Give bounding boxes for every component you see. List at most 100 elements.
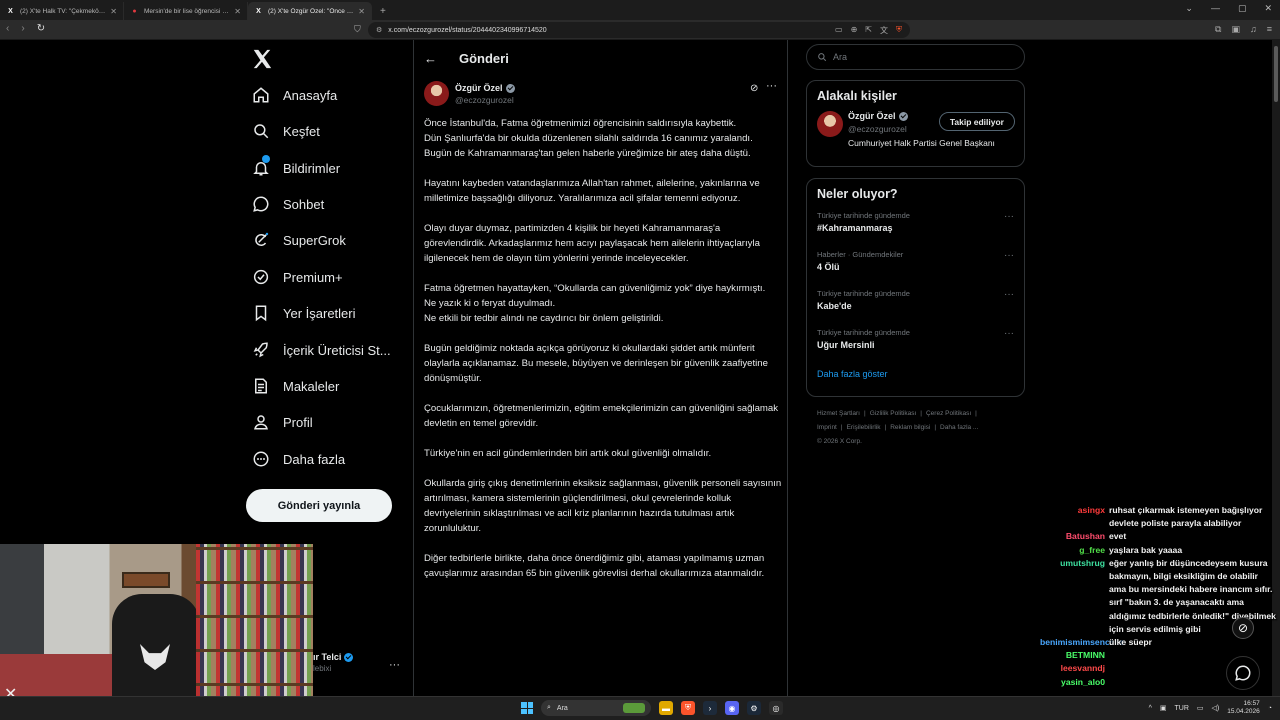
- taskbar-search[interactable]: ⌕ Ara: [541, 700, 651, 716]
- zoom-icon[interactable]: ⊕: [851, 25, 858, 36]
- nav-bookmarks[interactable]: Yer İşaretleri: [252, 303, 356, 323]
- brave-shield-icon[interactable]: ⛨: [896, 25, 902, 36]
- translate-icon[interactable]: 文: [880, 25, 888, 36]
- close-tab-icon[interactable]: ✕: [234, 7, 241, 16]
- volume-icon[interactable]: ◁): [1212, 704, 1220, 712]
- trend-more-icon[interactable]: ···: [1004, 328, 1014, 339]
- tweet-paragraph: Çocuklarımızın, öğretmenlerimizin, eğiti…: [424, 401, 782, 431]
- footer-link[interactable]: Reklam bilgisi: [890, 424, 930, 431]
- footer-link[interactable]: Gizlilik Politikası: [870, 410, 917, 417]
- network-icon[interactable]: ▭: [1197, 704, 1204, 712]
- trend-item[interactable]: Haberler · Gündemdekiler 4 Ölü ···: [807, 248, 1024, 287]
- chat-username[interactable]: leesvanndj: [1040, 662, 1105, 675]
- nav-label: Sohbet: [283, 196, 325, 212]
- discord-icon[interactable]: ◉: [725, 701, 739, 715]
- minimize-icon[interactable]: —: [1211, 3, 1220, 14]
- grok-explain-icon[interactable]: ⊘: [750, 83, 758, 94]
- site-info-icon[interactable]: ⚙: [376, 26, 382, 34]
- messages-fab[interactable]: [1226, 656, 1260, 690]
- grok-fab-icon[interactable]: ⊘: [1232, 617, 1254, 639]
- chat-message: Batushan evet: [1040, 530, 1280, 543]
- chevron-down-icon[interactable]: ⌄: [1185, 3, 1193, 14]
- nav-chat[interactable]: Sohbet: [252, 194, 324, 214]
- notification-bell-icon[interactable]: ◔: [1268, 705, 1272, 712]
- tweet-paragraph: Türkiye'nin en acil gündemlerinden biri …: [424, 446, 782, 461]
- nav-supergrok[interactable]: SuperGrok: [252, 230, 346, 250]
- close-window-icon[interactable]: ✕: [1264, 3, 1272, 14]
- bookmark-page-icon[interactable]: ⛉: [354, 24, 361, 35]
- related-person[interactable]: Özgür Özel @eczozgurozel Cumhuriyet Halk…: [807, 111, 1024, 157]
- browser-tab-3[interactable]: X (2) X'te Özgür Özel: "Önce İstanbul'da…: [248, 2, 372, 20]
- reload-icon[interactable]: ↻: [37, 23, 45, 34]
- browser-tab-2[interactable]: ● Mersin'de bir lise öğrencisi sılahla y…: [124, 2, 248, 20]
- trend-item[interactable]: Türkiye tarihinde gündemde #Kahramanmara…: [807, 209, 1024, 248]
- new-tab-button[interactable]: +: [372, 2, 394, 20]
- trend-item[interactable]: Türkiye tarihinde gündemde Kabe'de ···: [807, 287, 1024, 326]
- nav-label: Premium+: [283, 269, 343, 285]
- nav-articles[interactable]: Makaleler: [252, 376, 339, 396]
- trend-more-icon[interactable]: ···: [1004, 211, 1014, 222]
- footer-link[interactable]: Imprint: [817, 424, 837, 431]
- nav-home[interactable]: Anasayfa: [252, 85, 337, 105]
- show-more-link[interactable]: Daha fazla göster: [807, 365, 1024, 391]
- nav-premium[interactable]: Premium+: [252, 267, 343, 287]
- nav-label: Daha fazla: [283, 451, 346, 467]
- author-handle: @eczozgurozel: [455, 95, 514, 105]
- obs-icon[interactable]: ◎: [769, 701, 783, 715]
- footer-link[interactable]: Çerez Politikası: [926, 410, 971, 417]
- forward-icon[interactable]: ›: [21, 23, 24, 34]
- cast-icon[interactable]: ▭: [835, 25, 843, 36]
- scrollbar-thumb[interactable]: [1274, 46, 1278, 102]
- x-logo-icon[interactable]: [251, 48, 273, 70]
- chat-username[interactable]: umutshrug: [1040, 557, 1105, 636]
- trend-more-icon[interactable]: ···: [1004, 289, 1014, 300]
- maximize-icon[interactable]: ▢: [1238, 3, 1247, 14]
- nav-explore[interactable]: Keşfet: [252, 121, 320, 141]
- tray-app-icon[interactable]: ▣: [1160, 704, 1167, 712]
- nav-notifications[interactable]: Bildirimler: [252, 155, 340, 178]
- trend-more-icon[interactable]: ···: [1004, 250, 1014, 261]
- author-avatar[interactable]: [424, 81, 449, 106]
- taskbar-clock[interactable]: 16:57 15.04.2026: [1227, 700, 1260, 716]
- chat-username[interactable]: asingx: [1040, 504, 1105, 530]
- chat-username[interactable]: yasin_alo0: [1040, 676, 1105, 689]
- chat-username[interactable]: BETMINN: [1040, 649, 1105, 662]
- close-tab-icon[interactable]: ✕: [110, 7, 117, 16]
- back-icon[interactable]: ‹: [6, 23, 9, 34]
- playlist-icon[interactable]: ♫: [1250, 24, 1257, 35]
- steam-icon[interactable]: ⚙: [747, 701, 761, 715]
- nav-creator-studio[interactable]: İçerik Üreticisi St...: [252, 340, 391, 360]
- language-indicator[interactable]: TUR: [1174, 705, 1188, 712]
- chat-username[interactable]: g_free: [1040, 544, 1105, 557]
- trend-item[interactable]: Türkiye tarihinde gündemde Uğur Mersinli…: [807, 326, 1024, 365]
- footer-link[interactable]: © 2026 X Corp.: [817, 438, 862, 445]
- footer-link[interactable]: Daha fazla ...: [940, 424, 978, 431]
- chat-username[interactable]: Batushan: [1040, 530, 1105, 543]
- browser-tab-1[interactable]: X (2) X'te Halk TV: "Çekmeköy'de bir öğ …: [0, 2, 124, 20]
- tweet-author[interactable]: Özgür Özel @eczozgurozel: [424, 81, 515, 106]
- related-avatar[interactable]: [817, 111, 843, 137]
- share-icon[interactable]: ⇱: [865, 25, 872, 36]
- footer-link[interactable]: Erişilebilirlik: [847, 424, 881, 431]
- file-explorer-icon[interactable]: ▬: [659, 701, 673, 715]
- menu-icon[interactable]: ≡: [1267, 24, 1272, 35]
- footer-link[interactable]: Hizmet Şartları: [817, 410, 860, 417]
- address-bar[interactable]: ⚙ x.com/eczozgurozel/status/204440234099…: [368, 22, 910, 38]
- back-arrow-icon[interactable]: ←: [424, 51, 437, 66]
- tray-arrow-icon[interactable]: ^: [1149, 705, 1152, 712]
- search-placeholder: Ara: [833, 52, 848, 62]
- brave-browser-icon[interactable]: ⛨: [681, 701, 695, 715]
- wallet-icon[interactable]: ▣: [1231, 24, 1240, 35]
- extensions-icon[interactable]: ⧉: [1215, 24, 1221, 35]
- windows-start-icon[interactable]: [521, 702, 533, 714]
- close-tab-icon[interactable]: ✕: [358, 7, 365, 16]
- post-button[interactable]: Gönderi yayınla: [246, 489, 392, 522]
- following-button[interactable]: Takip ediliyor: [938, 112, 1015, 131]
- account-more-icon[interactable]: ···: [389, 659, 400, 671]
- terminal-icon[interactable]: ›: [703, 701, 717, 715]
- chat-username[interactable]: benimismimsencene: [1040, 636, 1125, 649]
- nav-more[interactable]: Daha fazla: [252, 449, 345, 469]
- tweet-more-icon[interactable]: ···: [766, 80, 777, 92]
- nav-profile[interactable]: Profil: [252, 412, 313, 432]
- search-box[interactable]: Ara: [806, 44, 1025, 70]
